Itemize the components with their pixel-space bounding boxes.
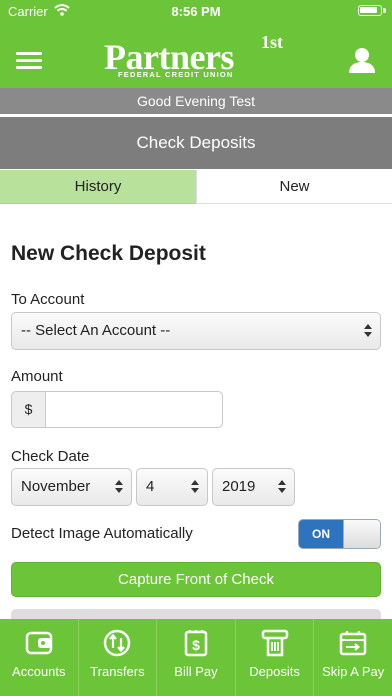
check-month-value: November (21, 478, 91, 495)
page-title: Check Deposits (0, 117, 392, 169)
user-icon[interactable] (348, 46, 376, 74)
app-header: Partners 1st FEDERAL CREDIT UNION (0, 22, 392, 88)
nav-accounts[interactable]: Accounts (0, 619, 79, 696)
battery-icon (358, 5, 382, 16)
amount-field-group: $ (11, 391, 223, 428)
nav-deposits-label: Deposits (249, 664, 300, 679)
logo-subtitle: FEDERAL CREDIT UNION (118, 70, 234, 79)
select-arrows-icon (191, 480, 199, 494)
nav-bill-pay[interactable]: $ Bill Pay (157, 619, 236, 696)
status-time: 8:56 PM (171, 4, 221, 19)
check-year-value: 2019 (222, 478, 256, 495)
nav-transfers[interactable]: Transfers (79, 619, 158, 696)
transfer-arrows-icon (104, 629, 131, 657)
to-account-selected: -- Select An Account -- (21, 322, 171, 339)
deposit-tabs: History New (0, 170, 392, 204)
toggle-knob (343, 520, 380, 548)
nav-skip-a-pay-label: Skip A Pay (322, 664, 385, 679)
nav-bill-pay-label: Bill Pay (174, 664, 218, 679)
logo-superscript: 1st (261, 32, 283, 52)
bill-pay-icon: $ (184, 630, 208, 657)
tab-new[interactable]: New (196, 170, 392, 204)
partners-1st-logo: Partners 1st FEDERAL CREDIT UNION (104, 32, 288, 82)
skip-a-pay-icon (339, 631, 367, 656)
check-deposit-icon (261, 629, 288, 657)
svg-text:$: $ (192, 637, 200, 653)
hamburger-menu-icon[interactable] (16, 52, 42, 70)
check-month-select[interactable]: November (11, 468, 132, 506)
battery-tip (383, 8, 386, 13)
select-arrows-icon (278, 480, 286, 494)
detect-image-label: Detect Image Automatically (11, 525, 193, 542)
form-heading: New Check Deposit (11, 242, 206, 265)
nav-skip-a-pay[interactable]: Skip A Pay (314, 619, 392, 696)
status-bar: Carrier 8:56 PM (0, 0, 392, 22)
tab-history[interactable]: History (0, 170, 196, 204)
check-day-value: 4 (146, 478, 155, 495)
amount-input[interactable] (45, 391, 223, 428)
amount-label: Amount (11, 368, 63, 385)
check-year-select[interactable]: 2019 (212, 468, 295, 506)
nav-deposits[interactable]: Deposits (236, 619, 315, 696)
capture-front-button[interactable]: Capture Front of Check (11, 562, 381, 597)
nav-accounts-label: Accounts (12, 664, 66, 679)
bottom-nav: Accounts Transfers $ Bill Pay Deposits S… (0, 619, 392, 696)
select-arrows-icon (115, 480, 123, 494)
check-date-label: Check Date (11, 448, 90, 465)
wallet-icon (25, 631, 53, 655)
nav-transfers-label: Transfers (90, 664, 145, 679)
to-account-select[interactable]: -- Select An Account -- (11, 312, 381, 350)
detect-image-toggle[interactable]: ON (298, 519, 381, 549)
currency-prefix: $ (11, 391, 46, 428)
toggle-on-label: ON (299, 520, 343, 548)
check-day-select[interactable]: 4 (136, 468, 208, 506)
to-account-label: To Account (11, 291, 85, 308)
greeting-bar: Good Evening Test (0, 88, 392, 114)
select-arrows-icon (364, 324, 372, 338)
